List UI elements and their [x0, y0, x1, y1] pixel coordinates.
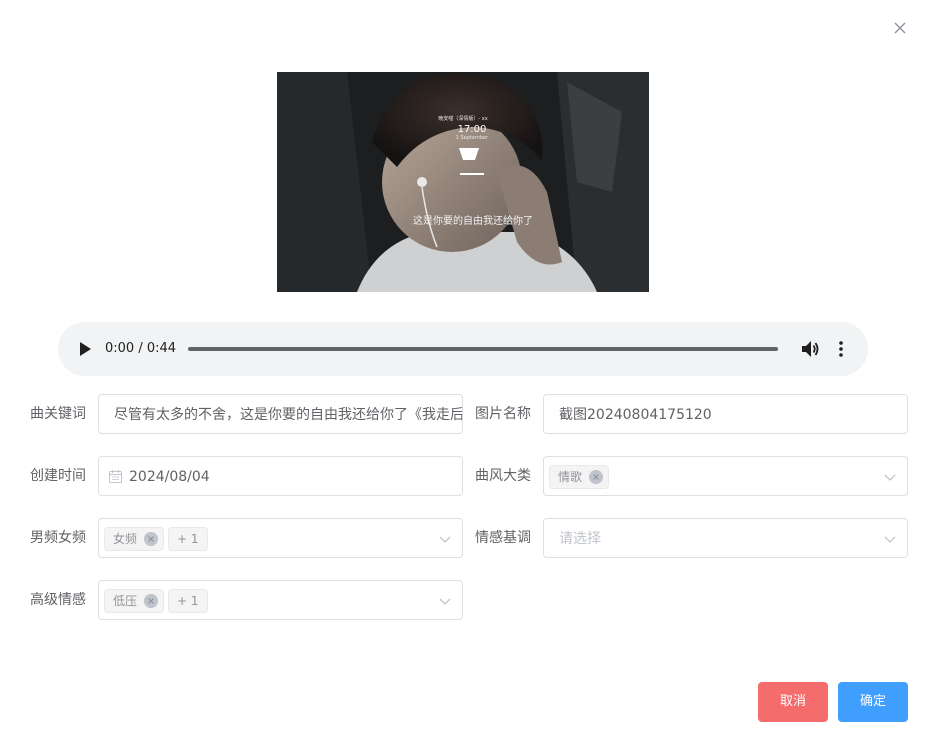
advanced-tag-label: 低压 [113, 594, 138, 608]
advanced-tag: 低压 [104, 589, 165, 613]
confirm-button[interactable]: 确定 [838, 682, 908, 722]
tag-close-icon[interactable] [144, 594, 159, 608]
cancel-button[interactable]: 取消 [758, 682, 828, 722]
mood-label: 情感基调 [475, 530, 531, 546]
cover-photo: 晚安喵（深情版）- xx 17:00 1 September 这是你要的自由我还… [277, 72, 649, 292]
gender-more-count: + 1 [168, 527, 208, 551]
close-icon[interactable] [890, 20, 910, 38]
date-picker[interactable]: 2024/08/04 [98, 456, 463, 496]
advanced-more-count: + 1 [168, 589, 208, 613]
more-options-icon[interactable] [835, 339, 847, 359]
style-select[interactable]: 情歌 [543, 456, 908, 496]
volume-icon[interactable] [800, 340, 820, 358]
chevron-down-icon [884, 474, 896, 481]
tag-close-icon[interactable] [144, 532, 159, 546]
image-name-label: 图片名称 [475, 406, 531, 422]
created-time-label: 创建时间 [30, 468, 86, 484]
style-tag-label: 情歌 [558, 470, 583, 484]
mood-select[interactable]: 请选择 [543, 518, 908, 558]
audio-progress-bar[interactable] [188, 347, 778, 351]
cover-date: 1 September [456, 135, 489, 141]
gender-label: 男频女频 [30, 530, 86, 546]
keywords-input[interactable]: 尽管有太多的不舍，这是你要的自由我还给你了《我走后 [98, 394, 463, 434]
created-date-value: 2024/08/04 [129, 469, 210, 485]
cover-subtitle: 这是你要的自由我还给你了 [413, 214, 533, 227]
play-icon[interactable] [78, 341, 92, 357]
gender-tag-label: 女频 [113, 532, 138, 546]
keywords-label: 曲关键词 [30, 406, 86, 422]
advanced-emotion-label: 高级情感 [30, 592, 86, 608]
gender-tag: 女频 [104, 527, 165, 551]
image-name-input[interactable]: 截图20240804175120 [543, 394, 908, 434]
chevron-down-icon [884, 536, 896, 543]
calendar-icon [109, 470, 122, 483]
chevron-down-icon [439, 598, 451, 605]
audio-player[interactable]: 0:00 / 0:44 [58, 322, 868, 376]
cover-image: 晚安喵（深情版）- xx 17:00 1 September 这是你要的自由我还… [277, 72, 649, 292]
mood-placeholder: 请选择 [559, 531, 601, 547]
advanced-emotion-select[interactable]: 低压 + 1 [98, 580, 463, 620]
chevron-down-icon [439, 536, 451, 543]
audio-time: 0:00 / 0:44 [105, 341, 177, 356]
style-tag: 情歌 [549, 465, 610, 489]
style-label: 曲风大类 [475, 468, 531, 484]
cover-song-name: 晚安喵（深情版）- xx [438, 115, 487, 122]
image-name-value: 截图20240804175120 [559, 407, 712, 423]
cover-clock: 17:00 [458, 124, 487, 135]
keywords-value: 尽管有太多的不舍，这是你要的自由我还给你了《我走后 [114, 407, 463, 423]
tag-close-icon[interactable] [589, 470, 604, 484]
gender-select[interactable]: 女频 + 1 [98, 518, 463, 558]
